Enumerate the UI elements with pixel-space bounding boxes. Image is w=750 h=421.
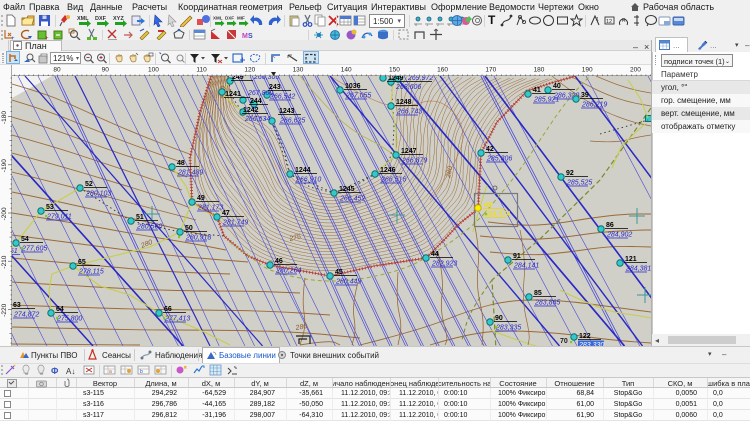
svg-text:54: 54 — [21, 236, 29, 243]
svg-text:266,910: 266,910 — [295, 177, 321, 184]
svg-text:275,800: 275,800 — [56, 316, 82, 323]
svg-text:42: 42 — [486, 146, 494, 153]
svg-text:283,335: 283,335 — [495, 325, 521, 332]
svg-text:45: 45 — [335, 269, 343, 276]
svg-text:280,264: 280,264 — [275, 268, 301, 275]
svg-text:267,055: 267,055 — [345, 93, 371, 100]
svg-text:266,305: 266,305 — [253, 76, 279, 81]
svg-text:278,115: 278,115 — [78, 269, 104, 276]
svg-text:190: 190 — [582, 67, 593, 74]
svg-text:51: 51 — [136, 214, 144, 221]
svg-text:92: 92 — [566, 170, 574, 177]
svg-text:46: 46 — [275, 258, 283, 265]
svg-text:243: 243 — [269, 84, 281, 91]
svg-text:A↓: A↓ — [66, 367, 75, 376]
svg-text:266,516: 266,516 — [380, 177, 406, 184]
svg-text:1245: 1245 — [339, 186, 355, 193]
svg-text:65: 65 — [78, 259, 86, 266]
svg-text:-220: -220 — [1, 303, 8, 316]
svg-text:41: 41 — [533, 87, 541, 94]
svg-text:44: 44 — [431, 251, 439, 258]
svg-text:277,605: 277,605 — [21, 246, 47, 253]
svg-text:90: 90 — [495, 315, 503, 322]
svg-text:266,542: 266,542 — [269, 94, 295, 101]
svg-text:285,525: 285,525 — [566, 180, 592, 187]
svg-text:50: 50 — [185, 225, 193, 232]
svg-text:266,534: 266,534 — [244, 116, 270, 123]
svg-text:140: 140 — [341, 67, 352, 74]
svg-text:285,306: 285,306 — [486, 156, 512, 163]
svg-text:Φ: Φ — [51, 366, 59, 376]
svg-text:70: 70 — [560, 338, 568, 345]
svg-text:281,749: 281,749 — [222, 220, 248, 227]
svg-text:63: 63 — [13, 302, 21, 309]
svg-text:170: 170 — [485, 67, 496, 74]
svg-text:280,560: 280,560 — [136, 224, 162, 231]
svg-text:121: 121 — [625, 256, 637, 263]
svg-text:266,452: 266,452 — [339, 196, 365, 203]
svg-text:-200: -200 — [1, 207, 8, 220]
svg-text:266,879: 266,879 — [401, 158, 427, 165]
svg-text:1249: 1249 — [388, 76, 404, 82]
svg-text:283,865: 283,865 — [534, 300, 560, 307]
svg-text:269,972: 269,972 — [407, 76, 433, 82]
svg-text:1248: 1248 — [396, 99, 412, 106]
svg-text:244: 244 — [250, 98, 262, 105]
svg-text:1244: 1244 — [295, 167, 311, 174]
svg-text:279,011: 279,011 — [46, 214, 72, 221]
svg-text:200: 200 — [630, 67, 641, 74]
svg-text:b: b — [140, 369, 143, 375]
svg-text:281,173: 281,173 — [197, 205, 223, 212]
svg-text:100: 100 — [148, 67, 159, 74]
svg-text:64: 64 — [56, 306, 64, 313]
svg-text:280,449: 280,449 — [335, 279, 361, 286]
svg-text:a: a — [109, 369, 112, 375]
svg-text:130: 130 — [293, 67, 304, 74]
svg-text:284,381: 284,381 — [625, 266, 651, 273]
svg-text:52: 52 — [85, 181, 93, 188]
svg-text:1242: 1242 — [243, 107, 259, 114]
svg-text:40: 40 — [553, 83, 561, 90]
svg-text:281,489: 281,489 — [177, 170, 203, 177]
svg-text:1241: 1241 — [225, 89, 241, 98]
svg-text:86: 86 — [606, 222, 614, 229]
svg-text:180: 180 — [534, 67, 545, 74]
svg-text:-180: -180 — [1, 111, 8, 124]
svg-text:1036: 1036 — [345, 83, 361, 90]
svg-text:266,625: 266,625 — [279, 118, 305, 125]
svg-text:39: 39 — [581, 92, 589, 99]
svg-text:49: 49 — [197, 195, 205, 202]
svg-text:284,902: 284,902 — [606, 232, 632, 239]
svg-text:280,103: 280,103 — [85, 191, 111, 198]
svg-text:91: 91 — [513, 253, 521, 260]
svg-text:53: 53 — [46, 204, 54, 211]
svg-text:266,743: 266,743 — [396, 109, 422, 116]
svg-text:80: 80 — [53, 67, 61, 74]
svg-text:48: 48 — [177, 160, 185, 167]
svg-text:284,141: 284,141 — [513, 263, 539, 270]
svg-text:251: 251 — [12, 248, 18, 255]
svg-text:47: 47 — [222, 210, 230, 217]
svg-text:280,918: 280,918 — [185, 235, 211, 242]
svg-text:-210: -210 — [1, 255, 8, 268]
svg-text:160: 160 — [437, 67, 448, 74]
svg-text:85: 85 — [534, 290, 542, 297]
svg-text:268,606: 268,606 — [395, 84, 421, 91]
svg-text:120: 120 — [244, 67, 255, 74]
svg-text:1246: 1246 — [380, 167, 396, 174]
svg-text:110: 110 — [196, 67, 207, 74]
svg-text:122: 122 — [579, 333, 591, 340]
svg-text:274,872: 274,872 — [13, 312, 39, 319]
svg-text:150: 150 — [389, 67, 400, 74]
svg-text:1247: 1247 — [401, 148, 417, 155]
svg-text:90: 90 — [102, 67, 110, 74]
svg-text:-190: -190 — [1, 159, 8, 172]
svg-text:286,219: 286,219 — [581, 102, 607, 109]
svg-text:43: 43 — [484, 202, 492, 209]
svg-text:282,923: 282,923 — [431, 261, 457, 268]
svg-text:277,413: 277,413 — [164, 316, 190, 323]
svg-text:284,574: 284,574 — [484, 211, 510, 218]
svg-text:1243: 1243 — [279, 108, 295, 115]
svg-text:66: 66 — [164, 306, 172, 313]
